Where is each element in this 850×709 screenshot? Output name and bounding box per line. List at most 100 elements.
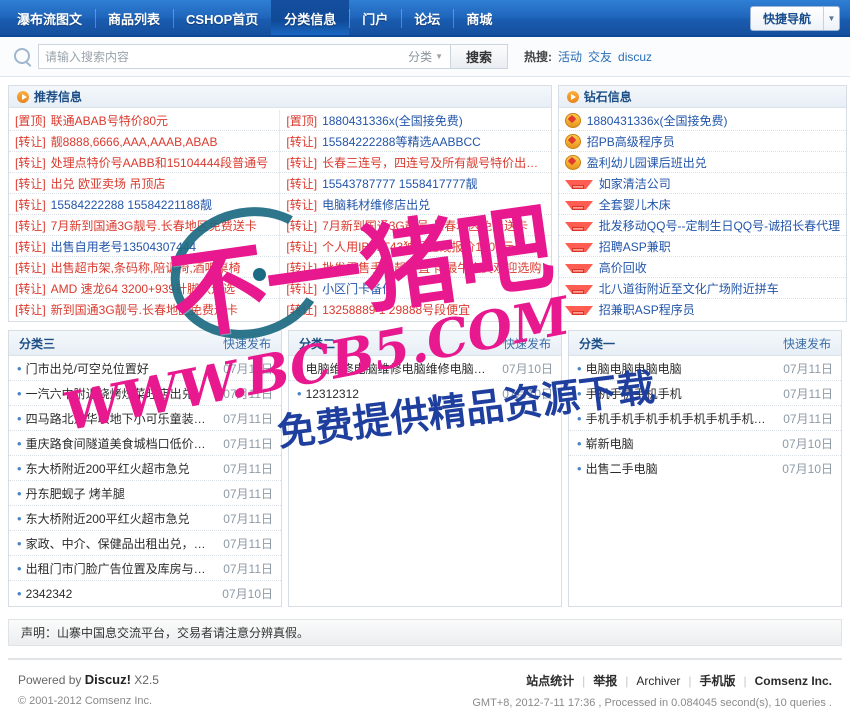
recommend-row-link[interactable]: 批发零售手机靓号直卡 最牛资费欢迎选购 [322,259,541,276]
footer-link-mobile[interactable]: 手机版 [700,672,736,689]
category-row[interactable]: • 崭新电脑 07月10日 [569,431,841,456]
recommend-row-link[interactable]: 靓8888,6666,AAA,AAAB,ABAB [51,133,218,150]
diamond-row-link[interactable]: 1880431336x(全国接免费) [587,112,728,129]
hot-search-link-1[interactable]: 交友 [588,48,612,65]
category-row-link[interactable]: 东大桥附近200平红火超市急兑 [26,460,216,477]
category-row[interactable]: • 东大桥附近200平红火超市急兑 07月11日 [9,506,281,531]
recommend-row[interactable]: [转让] AMD 速龙64 3200+939针脚欢迎选 [9,278,280,299]
category-row-link[interactable]: 崭新电脑 [586,435,775,452]
recommend-row[interactable]: [转让] 出兑 欧亚卖场 吊顶店 [9,173,280,194]
nav-item-1[interactable]: 商品列表 [95,0,173,37]
recommend-row[interactable]: [转让] 15584222288等精选AABBCC [280,131,551,152]
category-row-link[interactable]: 出租门市门脸广告位置及库房与办公室，本... [26,560,216,577]
category-row-link[interactable]: 出售二手电脑 [586,460,775,477]
nav-item-4[interactable]: 门户 [349,0,401,37]
recommend-row-link[interactable]: 15543787777 1558417777靓 [322,175,478,192]
diamond-row[interactable]: 全套婴儿木床 [558,194,847,215]
diamond-row[interactable]: 批发移动QQ号--定制生日QQ号-诚招长春代理 [558,215,847,236]
diamond-row[interactable]: 高价回收 [558,257,847,278]
search-input[interactable] [39,45,377,68]
recommend-row[interactable]: [转让] 出售超市架,条码称,陪训椅,酒吧桌椅 [9,257,280,278]
recommend-row-link[interactable]: 个人用IBM T43独显无线报价1200元 [322,238,514,255]
recommend-row-link[interactable]: 7月新到国通3G靓号.长春地区免费送卡 [322,217,528,234]
diamond-row-link[interactable]: 招聘ASP兼职 [599,238,671,255]
category-row[interactable]: • 电脑电脑电脑电脑 07月11日 [569,356,841,381]
diamond-row[interactable]: 如家清洁公司 [558,173,847,194]
diamond-row[interactable]: 北八道街附近至文化广场附近拼车 [558,278,847,299]
diamond-row-link[interactable]: 北八道街附近至文化广场附近拼车 [599,280,779,297]
recommend-row[interactable]: [转让] 7月新到国通3G靓号.长春地区免费送卡 [9,215,280,236]
category-row[interactable]: • 2342342 07月10日 [9,581,281,606]
search-input-wrapper[interactable]: 分类 ▼ [38,44,450,69]
recommend-row-link[interactable]: 出兑 欧亚卖场 吊顶店 [51,175,166,192]
quick-post-link[interactable]: 快速发布 [503,335,551,352]
diamond-row-link[interactable]: 如家清洁公司 [599,175,671,192]
footer-link-archiver[interactable]: Archiver [636,674,680,688]
nav-item-6[interactable]: 商城 [453,0,505,37]
recommend-row[interactable]: [转让] 处理点特价号AABB和15104444段普通号 [9,152,280,173]
category-row[interactable]: • 一汽六中附近烧烤炒菜旺店出兑 07月11日 [9,381,281,406]
category-row[interactable]: • 四马路北京华联地下小可乐童装急兑 07月11日 [9,406,281,431]
category-row-link[interactable]: 东大桥附近200平红火超市急兑 [26,510,216,527]
recommend-row-link[interactable]: 联通ABAB号特价80元 [51,112,168,129]
recommend-row[interactable]: [转让] 出售自用老号13504307444 [9,236,280,257]
hot-search-link-0[interactable]: 活动 [558,48,582,65]
hot-search-link-2[interactable]: discuz [618,50,652,64]
recommend-row-link[interactable]: 新到国通3G靓号.长春地区免费送卡 [51,301,238,318]
recommend-row-link[interactable]: 1880431336x(全国接免费) [322,112,463,129]
recommend-row[interactable]: [转让] 7月新到国通3G靓号.长春地区免费送卡 [280,215,551,236]
recommend-row-link[interactable]: 15584222288等精选AABBCC [322,133,481,150]
category-row[interactable]: • 手机手机手机手机 07月11日 [569,381,841,406]
category-row-link[interactable]: 重庆路食间隧道美食城档口低价出兑 [26,435,216,452]
recommend-row[interactable]: [转让] 13258889 1 29888号段便宜 [280,299,550,320]
recommend-row-link[interactable]: 7月新到国通3G靓号.长春地区免费送卡 [51,217,257,234]
recommend-row-link[interactable]: AMD 速龙64 3200+939针脚欢迎选 [51,280,235,297]
category-row[interactable]: • 东大桥附近200平红火超市急兑 07月11日 [9,456,281,481]
category-row-link[interactable]: 手机手机手机手机手机手机手机手机手机手... [586,410,776,427]
footer-link-comsenz[interactable]: Comsenz Inc. [755,674,832,688]
quick-nav-button[interactable]: 快捷导航 ▼ [749,6,840,31]
category-row-link[interactable]: 一汽六中附近烧烤炒菜旺店出兑 [26,385,216,402]
diamond-row[interactable]: 招聘ASP兼职 [558,236,847,257]
category-row[interactable]: • 出售二手电脑 07月10日 [569,456,841,481]
category-row[interactable]: •手机手机手机手机手机手机手机手机手机手... 07月11日 [569,406,841,431]
diamond-row-link[interactable]: 高价回收 [599,259,647,276]
recommend-row-link[interactable]: 出售自用老号13504307444 [51,238,196,255]
recommend-row-link[interactable]: 处理点特价号AABB和15104444段普通号 [51,154,268,171]
diamond-row-link[interactable]: 招PB高级程序员 [587,133,675,150]
category-row-link[interactable]: 丹东肥蚬子 烤羊腿 [26,485,216,502]
powered-brand[interactable]: Discuz! [85,672,131,687]
search-button[interactable]: 搜索 [450,44,508,69]
recommend-row-link[interactable]: 15584222288 15584221188靓 [51,196,212,213]
recommend-row-link[interactable]: 长春三连号，四连号及所有靓号特价出售了 [322,154,545,171]
search-category-select[interactable]: 分类 ▼ [408,48,450,65]
recommend-row[interactable]: [转让] 15543787777 1558417777靓 [280,173,551,194]
recommend-row[interactable]: [转让] 新到国通3G靓号.长春地区免费送卡 [9,299,279,320]
diamond-row[interactable]: 盈利幼儿园课后班出兑 [558,152,847,173]
category-row[interactable]: •出租门市门脸广告位置及库房与办公室，本... 07月11日 [9,556,281,581]
recommend-row[interactable]: [转让] 小区门卡备份 [280,278,551,299]
category-row-link[interactable]: 手机手机手机手机 [586,385,776,402]
nav-item-3-active[interactable]: 分类信息 [271,0,350,37]
category-row-link[interactable]: 四马路北京华联地下小可乐童装急兑 [26,410,216,427]
recommend-row-link[interactable]: 13258889 1 29888号段便宜 [322,301,470,318]
footer-link-site-stats[interactable]: 站点统计 [526,672,574,689]
recommend-row-link[interactable]: 出售超市架,条码称,陪训椅,酒吧桌椅 [51,259,241,276]
recommend-row[interactable]: [转让] 靓8888,6666,AAA,AAAB,ABAB [9,131,280,152]
footer-link-report[interactable]: 举报 [593,672,617,689]
diamond-row[interactable]: 招PB高级程序员 [558,131,847,152]
recommend-row[interactable]: [转让] 个人用IBM T43独显无线报价1200元 [280,236,551,257]
nav-item-5[interactable]: 论坛 [401,0,453,37]
category-row-link[interactable]: 门市出兑/可空兑位置好 [26,360,216,377]
diamond-row-link[interactable]: 盈利幼儿园课后班出兑 [587,154,707,171]
category-row-link[interactable]: 电脑维修电脑维修电脑维修电脑维修电脑维... [306,360,495,377]
category-row-link[interactable]: 12312312 [306,387,495,401]
category-row[interactable]: •家政、中介、保健品出租出兑，鲁辉国际城... 07月11日 [9,531,281,556]
recommend-row[interactable]: [置顶] 联通ABAB号特价80元 [9,110,280,131]
diamond-row-link[interactable]: 批发移动QQ号--定制生日QQ号-诚招长春代理 [599,217,840,234]
recommend-row-link[interactable]: 小区门卡备份 [322,280,394,297]
nav-item-2[interactable]: CSHOP首页 [173,0,271,37]
category-row-link[interactable]: 家政、中介、保健品出租出兑，鲁辉国际城... [26,535,216,552]
category-row[interactable]: • 重庆路食间隧道美食城档口低价出兑 07月11日 [9,431,281,456]
diamond-row[interactable]: 1880431336x(全国接免费) [558,110,847,131]
